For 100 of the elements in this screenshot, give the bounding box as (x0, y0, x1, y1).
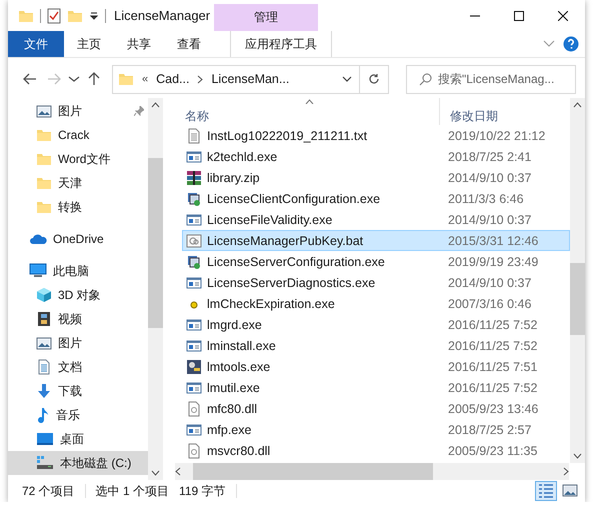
app-window-icon (186, 274, 202, 290)
maximize-icon (514, 10, 524, 20)
file-date: 2005/9/23 13:46 (447, 402, 538, 416)
picture-icon (36, 335, 52, 351)
file-date: 2018/7/25 2:57 (447, 422, 532, 436)
column-header[interactable]: 修改日期 (440, 98, 498, 125)
sidebar-item[interactable]: OneDrive (8, 227, 148, 251)
file-row[interactable]: LicenseServerConfiguration.exe 2019/9/19 23:49 (182, 251, 570, 272)
sidebar-item[interactable]: 转换 (8, 195, 148, 219)
cloud-icon (29, 233, 47, 245)
tools-icon (186, 358, 202, 374)
sidebar-item[interactable]: 天津 (8, 171, 148, 195)
file-name: LicenseManagerPubKey.bat (207, 234, 364, 248)
sidebar-item[interactable]: 视频 (8, 307, 148, 331)
sidebar-item[interactable]: 本地磁盘 (C:) (8, 451, 148, 475)
file-name: InstLog10222019_211211.txt (207, 128, 368, 142)
file-name: lmtools.exe (207, 360, 270, 374)
column-header[interactable]: 名称 (175, 98, 440, 125)
chevron-down-icon[interactable] (342, 76, 352, 82)
file-name: lmgrd.exe (207, 318, 262, 332)
file-row[interactable]: mfp.exe 2018/7/25 2:57 (182, 419, 570, 440)
scroll-down-icon[interactable] (573, 453, 582, 459)
address-bar[interactable]: « Cad... LicenseMan... (112, 64, 389, 94)
computer-icon (29, 263, 47, 279)
file-row[interactable]: lmutil.exe 2016/11/25 7:52 (182, 377, 570, 398)
file-row[interactable]: library.zip 2014/9/10 0:37 (182, 167, 570, 188)
file-row[interactable]: msvcr80.dll 2005/9/23 11:35 (182, 440, 570, 461)
scroll-up-icon[interactable] (151, 102, 160, 108)
chevron-right-icon (197, 74, 204, 84)
sidebar-item[interactable]: Word文件 (8, 147, 148, 171)
file-date: 2016/11/25 7:52 (447, 338, 538, 352)
scroll-right-icon[interactable] (563, 467, 569, 476)
scroll-left-icon[interactable] (175, 467, 181, 476)
file-row[interactable]: lmCheckExpiration.exe 2007/3/16 0:46 (182, 293, 570, 314)
close-icon (558, 10, 568, 20)
file-row[interactable]: lmgrd.exe 2016/11/25 7:52 (182, 314, 570, 335)
file-name: mfc80.dll (207, 402, 258, 416)
file-row[interactable]: InstLog10222019_211211.txt 2019/10/22 21:12 (182, 125, 570, 146)
ribbon-tab[interactable]: 查看 (164, 31, 214, 57)
folder-icon (36, 151, 52, 167)
sidebar-item[interactable]: 下载 (8, 379, 148, 403)
search-icon (419, 72, 432, 86)
file-date: 2016/11/25 7:52 (447, 380, 538, 394)
search-field[interactable]: 搜索"LicenseManag... (406, 64, 576, 94)
sidebar-item[interactable]: Crack (8, 123, 148, 147)
file-row[interactable]: lminstall.exe 2016/11/25 7:52 (182, 335, 570, 356)
sidebar-item[interactable]: 桌面 (8, 427, 148, 451)
file-row[interactable]: LicenseClientConfiguration.exe 2011/3/3 6:46 (182, 188, 570, 209)
file-date: 2011/3/3 6:46 (447, 192, 524, 206)
ribbon-tab[interactable]: 主页 (64, 31, 114, 57)
drive-icon (36, 455, 54, 471)
down-arrow-icon (36, 383, 52, 399)
books-stack-icon (186, 170, 202, 186)
scroll-down-icon[interactable] (151, 470, 160, 476)
sidebar-item[interactable]: 3D 对象 (8, 283, 148, 307)
details-view-button[interactable] (535, 481, 557, 501)
sidebar-item[interactable]: 此电脑 (8, 259, 148, 283)
file-row[interactable]: lmtools.exe 2016/11/25 7:51 (182, 356, 570, 377)
sidebar-item[interactable]: 图片 (8, 331, 148, 355)
file-name: mfp.exe (207, 422, 252, 436)
sidebar-item[interactable]: 音乐 (8, 403, 148, 427)
folder-icon (36, 199, 52, 215)
search-placeholder: 搜索"LicenseManag... (438, 70, 554, 88)
folder-icon (118, 71, 134, 87)
file-row[interactable]: mfc80.dll 2005/9/23 13:46 (182, 398, 570, 419)
ribbon-tab[interactable]: 共享 (114, 31, 164, 57)
file-date: 2014/9/10 0:37 (447, 276, 532, 290)
file-date: 2007/3/16 0:46 (447, 296, 532, 310)
file-row[interactable]: LicenseServerDiagnostics.exe 2014/9/10 0:37 (182, 272, 570, 293)
item-count: 72 个项目 (22, 482, 76, 500)
file-name: lminstall.exe (207, 338, 276, 352)
overflow-chevron[interactable]: « (142, 73, 148, 85)
dropdown-icon[interactable] (89, 10, 99, 20)
text-file-icon (186, 128, 202, 144)
breadcrumb[interactable]: Cad... (156, 72, 190, 86)
music-note-icon (36, 407, 50, 423)
scroll-thumb[interactable] (148, 158, 163, 328)
file-name: lmCheckExpiration.exe (207, 296, 335, 310)
forward-icon (46, 71, 62, 87)
picture-icon (36, 103, 52, 119)
window-title: LicenseManager (114, 8, 212, 23)
breadcrumb[interactable]: LicenseMan... (211, 72, 290, 86)
sidebar-item[interactable]: 文档 (8, 355, 148, 379)
scroll-thumb[interactable] (570, 263, 585, 335)
file-menu-button[interactable]: 文件 (8, 31, 64, 57)
file-date: 2014/9/10 0:37 (447, 212, 532, 226)
document-icon (36, 359, 52, 375)
checklist-icon[interactable] (47, 8, 61, 24)
film-icon (36, 311, 52, 327)
file-row[interactable]: LicenseManagerPubKey.bat 2015/3/31 12:46 (182, 230, 570, 251)
scroll-thumb[interactable] (193, 463, 433, 480)
sidebar-item[interactable]: 图片 (8, 99, 148, 123)
file-row[interactable]: k2techld.exe 2018/7/25 2:41 (182, 146, 570, 167)
help-icon[interactable] (563, 36, 579, 52)
file-name: msvcr80.dll (207, 444, 270, 458)
file-row[interactable]: LicenseFileValidity.exe 2014/9/10 0:37 (182, 209, 570, 230)
scroll-up-icon[interactable] (573, 102, 582, 108)
file-name: LicenseFileValidity.exe (207, 212, 332, 226)
app-window-icon (186, 148, 202, 164)
file-date: 2016/11/25 7:51 (447, 360, 538, 374)
